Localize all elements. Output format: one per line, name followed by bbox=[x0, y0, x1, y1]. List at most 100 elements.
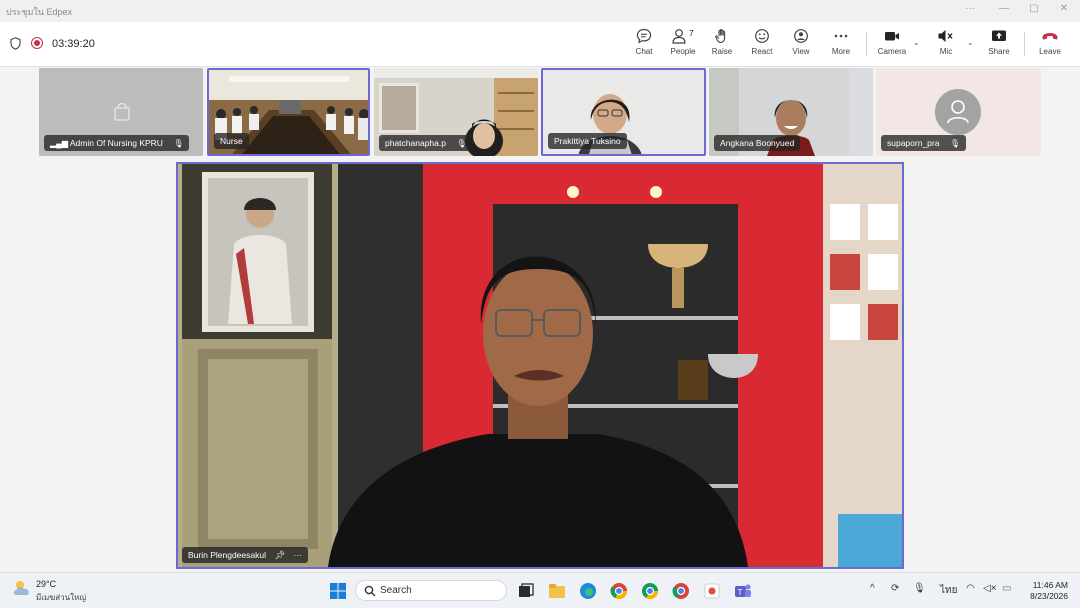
people-icon: 7 bbox=[672, 28, 694, 44]
edge-icon[interactable] bbox=[578, 581, 598, 601]
meeting-toolbar: 03:39:20 Chat 7 People Raise React View … bbox=[0, 22, 1080, 67]
mic-off-icon: 🎙︎ bbox=[456, 139, 467, 148]
clock-time: 11:46 AM bbox=[1032, 580, 1068, 590]
share-icon bbox=[992, 30, 1006, 41]
mic-button[interactable]: Mic bbox=[926, 28, 966, 62]
participant-name-tag: Prakittiya Tuksino bbox=[548, 133, 627, 149]
taskbar-search[interactable]: Search bbox=[355, 580, 507, 601]
maximize-button[interactable]: ▢ bbox=[1026, 3, 1042, 14]
signal-icon: ▂▄▆ bbox=[50, 139, 68, 148]
speaker-name-tag: Burin Plengdeesakul 📌︎ ··· bbox=[182, 547, 309, 563]
more-label: More bbox=[831, 47, 851, 56]
chat-button[interactable]: Chat bbox=[624, 28, 664, 62]
recording-icon bbox=[31, 37, 43, 49]
chat-label: Chat bbox=[635, 47, 653, 56]
camera-icon bbox=[885, 32, 899, 41]
weather-temperature[interactable]: 29°C bbox=[36, 579, 56, 589]
participant-name: Prakittiya Tuksino bbox=[554, 136, 621, 146]
taskbar-clock[interactable]: 11:46 AM 8/23/2026 bbox=[1018, 580, 1068, 602]
input-language[interactable]: ไทย bbox=[940, 583, 957, 598]
participant-tile[interactable]: phatchanapha.p 🎙︎ bbox=[374, 68, 538, 156]
search-icon bbox=[364, 585, 376, 597]
speaker-name: Burin Plengdeesakul bbox=[188, 550, 266, 560]
share-label: Share bbox=[988, 47, 1010, 56]
toolbar-divider bbox=[866, 32, 867, 56]
smiley-icon bbox=[755, 29, 769, 43]
camera-label: Camera bbox=[877, 47, 907, 56]
more-options-icon[interactable]: ··· bbox=[962, 3, 978, 14]
view-button[interactable]: View bbox=[781, 28, 821, 62]
file-explorer-icon[interactable] bbox=[547, 581, 567, 601]
svg-text:T: T bbox=[738, 588, 743, 597]
pin-icon[interactable]: 📌︎ bbox=[274, 550, 285, 560]
participant-name: Nurse bbox=[220, 136, 243, 146]
people-count: 7 bbox=[689, 28, 694, 38]
chrome-profile-icon[interactable] bbox=[671, 581, 691, 601]
react-button[interactable]: React bbox=[742, 28, 782, 62]
participant-name: Admin Of Nursing KPRU bbox=[69, 138, 163, 148]
raise-label: Raise bbox=[711, 47, 733, 56]
search-label: Search bbox=[380, 585, 412, 596]
wifi-icon[interactable]: ◠ bbox=[966, 583, 975, 594]
clock-date: 8/23/2026 bbox=[1030, 591, 1068, 601]
chrome-profile-icon[interactable] bbox=[640, 581, 660, 601]
participant-tile[interactable]: ▂▄▆ Admin Of Nursing KPRU 🎙︎ bbox=[39, 68, 203, 156]
react-label: React bbox=[751, 47, 773, 56]
participant-tile[interactable]: Angkana Boonyued bbox=[709, 68, 873, 156]
show-hidden-icons-chevron-icon[interactable]: ^ bbox=[870, 583, 875, 594]
battery-icon[interactable]: ▭ bbox=[1002, 583, 1011, 594]
weather-description[interactable]: มีเมฆส่วนใหญ่ bbox=[36, 591, 86, 604]
more-icon bbox=[834, 34, 848, 38]
mic-off-icon: 🎙︎ bbox=[949, 139, 960, 148]
view-label: View bbox=[792, 47, 810, 56]
mic-muted-tray-icon[interactable]: 🎙︎ bbox=[913, 583, 926, 594]
snipping-tool-icon[interactable] bbox=[702, 581, 722, 601]
chrome-icon[interactable] bbox=[609, 581, 629, 601]
phone-hangup-icon bbox=[1042, 33, 1058, 40]
participant-tile-active[interactable]: Nurse bbox=[207, 68, 370, 156]
participant-name-tag: supaporn_pra 🎙︎ bbox=[881, 135, 966, 151]
participant-strip: ▂▄▆ Admin Of Nursing KPRU 🎙︎ Nurse phatc… bbox=[0, 66, 1080, 160]
view-icon bbox=[794, 29, 808, 43]
minimize-button[interactable]: — bbox=[996, 3, 1012, 14]
participant-name: phatchanapha.p bbox=[385, 138, 446, 148]
speaker-muted-icon[interactable]: ◁× bbox=[983, 583, 997, 594]
cloud-icon[interactable] bbox=[12, 579, 32, 597]
main-speaker-video[interactable]: Burin Plengdeesakul 📌︎ ··· bbox=[176, 162, 904, 569]
task-view-icon[interactable] bbox=[516, 581, 536, 601]
chat-icon bbox=[636, 28, 652, 44]
close-button[interactable]: ✕ bbox=[1056, 3, 1072, 14]
shield-icon[interactable] bbox=[10, 37, 21, 50]
share-button[interactable]: Share bbox=[979, 28, 1019, 62]
participant-name: supaporn_pra bbox=[887, 138, 940, 148]
participant-name-tag: ▂▄▆ Admin Of Nursing KPRU 🎙︎ bbox=[44, 135, 190, 151]
taskbar: 29°C มีเมฆส่วนใหญ่ Search T ^ ⟳ 🎙︎ ไทย ◠… bbox=[0, 572, 1080, 608]
mic-options-chevron-icon[interactable]: ⌄ bbox=[967, 38, 974, 47]
participant-name-tag: phatchanapha.p 🎙︎ bbox=[379, 135, 473, 151]
mic-label: Mic bbox=[939, 47, 953, 56]
teams-icon[interactable]: T bbox=[733, 581, 753, 601]
people-label: People bbox=[670, 47, 696, 56]
sync-icon[interactable]: ⟳ bbox=[891, 583, 899, 594]
people-button[interactable]: 7 People bbox=[663, 28, 703, 62]
speaker-more-icon[interactable]: ··· bbox=[294, 550, 303, 560]
leave-button[interactable]: Leave bbox=[1030, 28, 1070, 62]
speaker-video-frame bbox=[178, 164, 902, 567]
participant-tile-active[interactable]: Prakittiya Tuksino bbox=[541, 68, 706, 156]
camera-options-chevron-icon[interactable]: ⌄ bbox=[913, 38, 920, 47]
leave-label: Leave bbox=[1039, 47, 1061, 56]
camera-button[interactable]: Camera bbox=[872, 28, 912, 62]
hand-icon bbox=[715, 29, 726, 44]
windows-start-icon[interactable] bbox=[328, 581, 348, 601]
participant-name: Angkana Boonyued bbox=[720, 138, 795, 148]
meeting-timer: 03:39:20 bbox=[52, 38, 95, 50]
raise-hand-button[interactable]: Raise bbox=[702, 28, 742, 62]
mic-muted-icon bbox=[938, 30, 953, 42]
toolbar-divider bbox=[1024, 32, 1025, 56]
participant-tile[interactable]: supaporn_pra 🎙︎ bbox=[876, 68, 1041, 156]
participant-name-tag: Angkana Boonyued bbox=[714, 135, 801, 151]
more-button[interactable]: More bbox=[821, 28, 861, 62]
mic-off-icon: 🎙︎ bbox=[173, 139, 184, 148]
window-title: ประชุมใน Edpex bbox=[6, 7, 72, 17]
title-bar: ประชุมใน Edpex ··· — ▢ ✕ bbox=[0, 0, 1080, 22]
